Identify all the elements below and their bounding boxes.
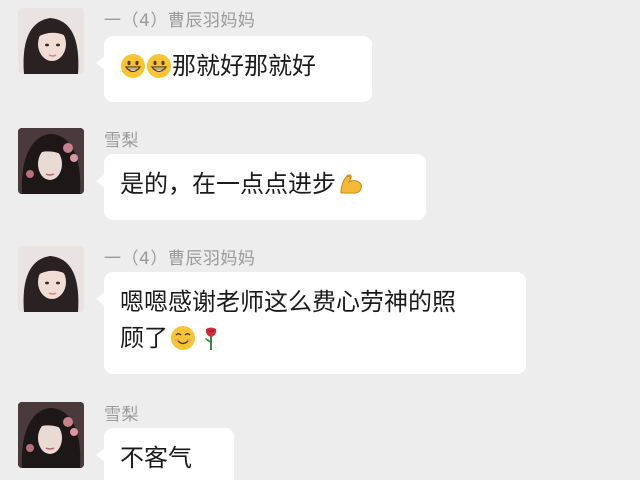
sender-name: 雪梨: [104, 405, 139, 425]
avatar[interactable]: [18, 246, 84, 312]
message-bubble[interactable]: 嗯嗯感谢老师这么费心劳神的照 顾了: [96, 272, 526, 374]
avatar-image-woman: [18, 246, 84, 312]
sender-name: 一（4）曹辰羽妈妈: [104, 11, 256, 31]
avatar-image-illustration: [18, 128, 84, 194]
avatar-image-illustration: [18, 402, 84, 468]
grinning-face-icon: [120, 53, 146, 79]
message-text: 不客气: [120, 444, 192, 472]
message-text: 那就好那就好: [172, 52, 316, 80]
chat-message-list: 一（4）曹辰羽妈妈 那就好那就好 雪梨 是的，在一点点进步 一（4）曹辰羽妈妈 …: [0, 0, 640, 480]
message-text-line-2-text: 顾了: [120, 324, 168, 352]
grinning-face-icon: [146, 53, 172, 79]
smiling-face-icon: [170, 325, 196, 351]
flexed-biceps-icon: [338, 171, 364, 197]
message-bubble[interactable]: 不客气: [96, 428, 234, 480]
message-bubble[interactable]: 那就好那就好: [96, 36, 372, 102]
message-bubble[interactable]: 是的，在一点点进步: [96, 154, 426, 220]
avatar-image-woman: [18, 8, 84, 74]
avatar[interactable]: [18, 8, 84, 74]
avatar[interactable]: [18, 128, 84, 194]
avatar[interactable]: [18, 402, 84, 468]
rose-icon: [198, 325, 224, 351]
sender-name: 雪梨: [104, 131, 139, 151]
message-text-line-1: 嗯嗯感谢老师这么费心劳神的照: [120, 288, 456, 316]
sender-name: 一（4）曹辰羽妈妈: [104, 249, 256, 269]
message-text-line-2: 顾了: [120, 320, 510, 356]
message-text: 是的，在一点点进步: [120, 170, 336, 198]
